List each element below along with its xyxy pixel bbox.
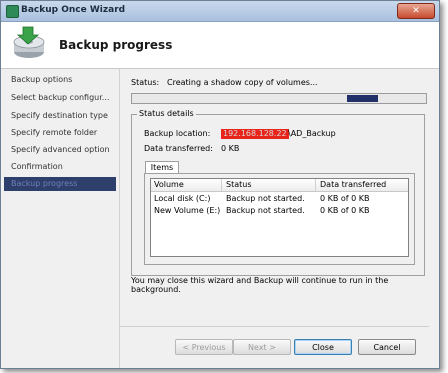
backup-wizard-icon bbox=[13, 26, 45, 58]
title-bar[interactable]: Backup Once Wizard ✕ bbox=[1, 1, 439, 22]
column-separator[interactable] bbox=[315, 179, 316, 191]
cell-transferred: 0 KB of 0 KB bbox=[320, 194, 370, 203]
close-button[interactable]: Close bbox=[294, 339, 352, 355]
nav-item-backup-options[interactable]: Backup options bbox=[4, 73, 116, 87]
backup-location-path: \AD_Backup bbox=[288, 129, 336, 138]
wizard-window: Backup Once Wizard ✕ Backup progress Bac… bbox=[0, 0, 440, 369]
table-row[interactable]: Local disk (C:) Backup not started. 0 KB… bbox=[151, 193, 408, 205]
app-icon bbox=[6, 5, 19, 18]
info-text: You may close this wizard and Backup wil… bbox=[131, 276, 389, 294]
redacted-ip: 192.168.128.22 bbox=[221, 129, 289, 139]
button-divider bbox=[120, 326, 429, 327]
column-separator[interactable] bbox=[221, 179, 222, 191]
column-header-data-transferred[interactable]: Data transferred bbox=[320, 180, 386, 189]
window-close-button[interactable]: ✕ bbox=[397, 3, 435, 19]
list-header: Volume Status Data transferred bbox=[151, 179, 408, 192]
nav-item-specify-advanced-option[interactable]: Specify advanced option bbox=[4, 143, 116, 157]
status-label: Status: bbox=[131, 78, 160, 87]
cell-status: Backup not started. bbox=[226, 206, 305, 215]
backup-location-label: Backup location: bbox=[144, 129, 211, 138]
cell-transferred: 0 KB of 0 KB bbox=[320, 206, 370, 215]
nav-item-backup-progress[interactable]: Backup progress bbox=[4, 177, 116, 191]
items-list[interactable]: Volume Status Data transferred Local dis… bbox=[150, 178, 409, 257]
table-row[interactable]: New Volume (E:) Backup not started. 0 KB… bbox=[151, 205, 408, 217]
nav-item-specify-remote-folder[interactable]: Specify remote folder bbox=[4, 126, 116, 140]
window-title: Backup Once Wizard bbox=[21, 5, 126, 15]
cell-status: Backup not started. bbox=[226, 194, 305, 203]
data-transferred-label: Data transferred: bbox=[144, 144, 213, 153]
cancel-button[interactable]: Cancel bbox=[358, 339, 416, 355]
page-title: Backup progress bbox=[59, 38, 173, 52]
wizard-content: Status: Creating a shadow copy of volume… bbox=[120, 69, 439, 368]
data-transferred-value: 0 KB bbox=[221, 144, 240, 153]
wizard-nav: Backup options Select backup configur...… bbox=[1, 69, 120, 368]
wizard-header: Backup progress bbox=[1, 22, 439, 69]
column-header-volume[interactable]: Volume bbox=[154, 180, 184, 189]
progress-marquee bbox=[347, 95, 378, 102]
previous-button[interactable]: < Previous bbox=[175, 339, 233, 355]
next-button[interactable]: Next > bbox=[233, 339, 291, 355]
status-details-title: Status details bbox=[137, 109, 196, 118]
nav-item-specify-destination-type[interactable]: Specify destination type bbox=[4, 109, 116, 123]
nav-item-confirmation[interactable]: Confirmation bbox=[4, 160, 116, 174]
cell-volume: New Volume (E:) bbox=[154, 206, 221, 215]
status-text: Creating a shadow copy of volumes... bbox=[167, 78, 318, 87]
items-tab-panel: Volume Status Data transferred Local dis… bbox=[144, 173, 415, 265]
column-header-status[interactable]: Status bbox=[226, 180, 252, 189]
cell-volume: Local disk (C:) bbox=[154, 194, 211, 203]
nav-item-select-backup-configuration[interactable]: Select backup configur... bbox=[4, 91, 116, 105]
progress-bar bbox=[131, 93, 427, 104]
